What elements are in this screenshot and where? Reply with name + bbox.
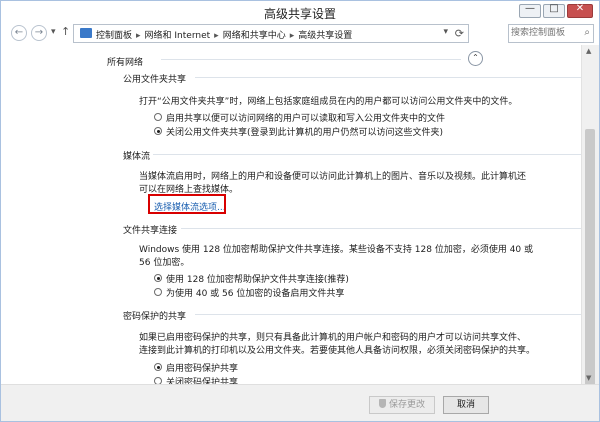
address-dropdown-icon[interactable]: ▾	[443, 27, 448, 37]
address-bar[interactable]: 控制面板 ▸ 网络和 Internet ▸ 网络和共享中心 ▸ 高级共享设置 ▾ ⟳	[73, 24, 469, 43]
media-streaming-title: 媒体流	[123, 152, 151, 162]
breadcrumb-separator-icon[interactable]: ▸	[136, 31, 141, 41]
title-bar: 高级共享设置 — □ ✕	[1, 1, 599, 23]
cancel-button[interactable]: 取消	[443, 396, 489, 414]
collapse-section-button[interactable]: ⌃	[468, 51, 483, 66]
group-divider	[153, 154, 581, 155]
radio-public-folder-on-label[interactable]: 启用共享以便可以访问网络的用户可以读取和写入公用文件夹中的文件	[166, 111, 445, 124]
radio-public-folder-on[interactable]	[154, 113, 162, 121]
footer-bar: 保存更改 取消	[1, 384, 599, 421]
breadcrumb-item-network-sharing-center[interactable]: 网络和共享中心	[223, 31, 286, 41]
window-title: 高级共享设置	[263, 7, 336, 21]
breadcrumb-item-control-panel[interactable]: 控制面板	[96, 31, 132, 41]
radio-128-bit-encryption[interactable]	[154, 274, 162, 282]
breadcrumb-separator-icon[interactable]: ▸	[214, 31, 219, 41]
radio-128-bit-encryption-label[interactable]: 使用 128 位加密帮助保护文件共享连接(推荐)	[166, 272, 349, 285]
file-sharing-description-line2: 56 位加密。	[139, 258, 190, 268]
radio-password-protection-off-label[interactable]: 关闭密码保护共享	[166, 375, 238, 384]
save-changes-button[interactable]: 保存更改	[369, 396, 435, 414]
save-changes-label: 保存更改	[388, 400, 425, 410]
radio-password-protection-off[interactable]	[154, 377, 162, 384]
section-title-all-networks: 所有网络	[107, 58, 144, 68]
refresh-icon[interactable]: ⟳	[455, 27, 464, 40]
public-folder-description: 打开“公用文件夹共享”时，网络上包括家庭组成员在内的用户都可以访问公用文件夹中的…	[139, 97, 518, 107]
radio-public-folder-off-label[interactable]: 关闭公用文件夹共享(登录到此计算机的用户仍然可以访问这些文件夹)	[166, 125, 443, 138]
advanced-sharing-window: 高级共享设置 — □ ✕ ← → ▾ ↑ 控制面板 ▸ 网络和 Internet ▸ 网…	[0, 0, 600, 422]
minimize-button[interactable]: —	[519, 3, 541, 18]
breadcrumb: 控制面板 ▸ 网络和 Internet ▸ 网络和共享中心 ▸ 高级共享设置	[96, 28, 352, 41]
window-controls: — □ ✕	[519, 3, 593, 18]
maximize-button[interactable]: □	[543, 3, 565, 18]
back-button[interactable]: ←	[11, 25, 27, 41]
settings-content: 所有网络 ⌃ 公用文件夹共享 打开“公用文件夹共享”时，网络上包括家庭组成员在内…	[1, 45, 599, 384]
highlight-box	[148, 194, 226, 214]
radio-password-protection-on[interactable]	[154, 363, 162, 371]
radio-public-folder-off[interactable]	[154, 127, 162, 135]
radio-password-protection-on-label[interactable]: 启用密码保护共享	[166, 361, 238, 374]
group-divider	[195, 77, 581, 78]
media-streaming-description-line1: 当媒体流启用时，网络上的用户和设备便可以访问此计算机上的图片、音乐以及视频。此计…	[139, 172, 527, 182]
public-folder-sharing-title: 公用文件夹共享	[123, 75, 187, 85]
group-divider	[195, 314, 581, 315]
vertical-scrollbar[interactable]: ▲ ▼	[581, 45, 599, 386]
breadcrumb-separator-icon[interactable]: ▸	[290, 31, 295, 41]
file-sharing-connections-title: 文件共享连接	[123, 226, 178, 236]
uac-shield-icon	[378, 399, 386, 408]
cancel-label: 取消	[456, 400, 475, 410]
search-box[interactable]: ⌕	[508, 24, 594, 43]
collapse-chevron-icon: ⌃	[472, 53, 479, 62]
minimize-icon: —	[525, 3, 535, 14]
up-button[interactable]: ↑	[61, 25, 70, 38]
forward-arrow-icon: →	[34, 27, 44, 38]
control-panel-icon	[80, 28, 92, 38]
password-sharing-description-line2: 连接到此计算机的打印机以及公用文件夹。若要使其他人具备访问权限，必须关闭密码保护…	[139, 346, 536, 356]
maximize-icon: □	[549, 3, 559, 14]
radio-40-56-bit-encryption-label[interactable]: 为使用 40 或 56 位加密的设备启用文件共享	[166, 286, 344, 299]
file-sharing-description-line1: Windows 使用 128 位加密帮助保护文件共享连接。某些设备不支持 128…	[139, 245, 534, 255]
navigation-bar: ← → ▾ ↑ 控制面板 ▸ 网络和 Internet ▸ 网络和共享中心 ▸ 高级共享设置…	[1, 23, 599, 45]
close-button[interactable]: ✕	[567, 3, 593, 18]
password-protected-sharing-title: 密码保护的共享	[123, 312, 187, 322]
radio-40-56-bit-encryption[interactable]	[154, 288, 162, 296]
group-divider	[181, 228, 581, 229]
back-arrow-icon: ←	[14, 27, 24, 38]
search-input[interactable]	[511, 26, 579, 40]
close-icon: ✕	[575, 3, 585, 14]
search-icon[interactable]: ⌕	[584, 27, 590, 38]
section-divider	[161, 59, 461, 60]
scroll-up-icon[interactable]: ▲	[586, 47, 591, 55]
breadcrumb-item-network-internet[interactable]: 网络和 Internet	[145, 31, 211, 41]
forward-button[interactable]: →	[31, 25, 47, 41]
scroll-down-icon[interactable]: ▼	[586, 374, 591, 382]
recent-locations-dropdown[interactable]: ▾	[51, 27, 56, 37]
breadcrumb-item-advanced-sharing[interactable]: 高级共享设置	[298, 31, 352, 41]
password-sharing-description-line1: 如果已启用密码保护的共享，则只有具备此计算机的用户帐户和密码的用户才可以访问共享…	[139, 333, 527, 343]
scrollbar-thumb[interactable]	[585, 129, 595, 386]
